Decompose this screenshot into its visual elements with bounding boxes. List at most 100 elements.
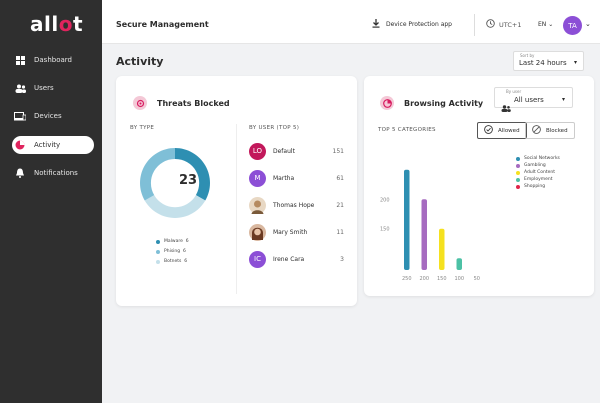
sidebar-item-users[interactable]: Users — [14, 79, 94, 97]
avatar: LO — [249, 142, 266, 160]
legend-item: Shopping — [516, 184, 560, 189]
sidebar-item-devices[interactable]: Devices — [14, 107, 94, 125]
sidebar-item-label: Activity — [34, 141, 61, 149]
x-tick-label: 200 — [419, 276, 429, 282]
x-tick-label: 250 — [402, 276, 412, 282]
avatar-photo-icon — [249, 196, 266, 214]
legend-dot — [156, 239, 160, 244]
avatar: M — [249, 169, 266, 187]
user-name: Martha — [273, 174, 295, 182]
by-user-label: BY USER (TOP 5) — [249, 125, 300, 131]
sidebar-item-label: Notifications — [34, 169, 78, 177]
threats-blocked-card: Threats Blocked BY TYPE BY USER (TOP 5) … — [116, 76, 357, 306]
legend-dot — [156, 259, 160, 264]
language-label: EN — [538, 21, 547, 28]
user-avatar[interactable]: TA — [563, 16, 582, 35]
user-count: 21 — [336, 201, 344, 209]
divider — [474, 14, 475, 36]
language-selector[interactable]: EN ⌄ — [538, 21, 553, 28]
legend-label: Shopping — [524, 184, 546, 189]
sidebar-item-label: Users — [34, 84, 54, 92]
download-icon — [372, 19, 380, 30]
legend-count: 6 — [184, 259, 188, 264]
legend-item-phising: Phising 6 — [156, 249, 186, 254]
sidebar-item-label: Dashboard — [34, 56, 72, 64]
legend-dot — [516, 156, 520, 161]
timezone-label: UTC+1 — [499, 20, 522, 29]
user-name: Thomas Hope — [273, 201, 315, 209]
legend-label: Social Networks — [524, 156, 560, 161]
sidebar-item-label: Devices — [34, 112, 62, 120]
y-tick-label: 200 — [380, 197, 390, 203]
dashboard-icon — [14, 55, 26, 65]
y-tick-label: 150 — [380, 227, 390, 233]
sidebar: allot Dashboard Users Devices Activity N… — [0, 0, 102, 403]
threats-total: 23 — [178, 173, 198, 188]
legend-item: Social Networks — [516, 156, 560, 161]
bar-employment[interactable] — [456, 258, 463, 270]
page-title: Activity — [116, 55, 164, 68]
sort-by-dropdown[interactable]: Sort by Last 24 hours ▾ — [513, 51, 584, 71]
legend-label: Employment — [524, 177, 553, 182]
legend-label: Botnets — [164, 259, 182, 264]
donut-segment-botnets — [144, 195, 206, 218]
user-row[interactable]: M Martha 61 — [249, 169, 344, 187]
devices-icon — [14, 111, 26, 121]
user-name: Mary Smith — [273, 228, 308, 236]
user-row[interactable]: IC Irene Cara 3 — [249, 250, 344, 268]
legend-item: Adult Content — [516, 170, 560, 175]
sidebar-item-notifications[interactable]: Notifications — [14, 164, 94, 182]
sort-by-value: Last 24 hours — [519, 59, 567, 67]
card-header: Threats Blocked — [133, 96, 230, 110]
x-tick-label: 50 — [474, 276, 480, 282]
avatar-photo-icon — [249, 223, 266, 241]
legend-item: Employment — [516, 177, 560, 182]
chevron-down-icon[interactable]: ⌄ — [585, 20, 591, 28]
legend-label: Gambling — [524, 163, 546, 168]
legend-label: Adult Content — [524, 170, 556, 175]
chart-legend: Social Networks Gambling Adult Content Empl… — [516, 156, 560, 191]
bar-adult-content[interactable] — [439, 228, 445, 270]
chevron-down-icon: ⌄ — [548, 21, 554, 28]
legend-label: Phising — [164, 249, 181, 254]
sort-by-label: Sort by — [520, 53, 535, 58]
vertical-divider — [236, 124, 237, 294]
legend-item-botnets: Botnets 6 — [156, 259, 187, 264]
legend-item: Gambling — [516, 163, 560, 168]
user-count: 151 — [332, 147, 344, 155]
allot-logo: allot — [30, 12, 84, 36]
legend-dot — [516, 170, 520, 175]
browsing-activity-card: Browsing Activity By user All users ▾ TO… — [364, 76, 594, 296]
topbar: Secure Management Device Protection app … — [102, 0, 600, 44]
legend-label: Malware — [164, 239, 183, 244]
legend-dot — [516, 177, 520, 182]
legend-item-malware: Malware 6 — [156, 239, 189, 244]
user-count: 11 — [336, 228, 344, 236]
bar-social-networks[interactable] — [404, 169, 410, 270]
user-row[interactable]: Mary Smith 11 — [249, 223, 344, 241]
sidebar-item-activity[interactable]: Activity — [12, 136, 94, 154]
timezone-selector[interactable]: UTC+1 — [486, 19, 521, 30]
card-title: Threats Blocked — [157, 98, 230, 108]
avatar: IC — [249, 250, 266, 268]
sidebar-item-dashboard[interactable]: Dashboard — [14, 51, 94, 69]
user-row[interactable]: LO Default 151 — [249, 142, 344, 160]
bell-icon — [14, 168, 26, 178]
app-title: Secure Management — [116, 20, 209, 29]
clock-icon — [486, 19, 495, 30]
device-protection-label: Device Protection app — [386, 21, 452, 28]
bug-icon — [133, 96, 147, 110]
legend-count: 6 — [183, 249, 186, 254]
user-name: Default — [273, 147, 295, 155]
bar-gambling[interactable] — [421, 199, 428, 270]
device-protection-link[interactable]: Device Protection app — [372, 19, 452, 30]
legend-dot — [516, 163, 520, 168]
by-type-label: BY TYPE — [130, 125, 155, 131]
user-count: 3 — [340, 255, 344, 263]
user-name: Irene Cara — [273, 255, 305, 263]
user-count: 61 — [336, 174, 344, 182]
user-row[interactable]: Thomas Hope 21 — [249, 196, 344, 214]
x-tick-label: 150 — [437, 276, 447, 282]
x-tick-label: 100 — [454, 276, 464, 282]
activity-icon — [14, 140, 26, 150]
